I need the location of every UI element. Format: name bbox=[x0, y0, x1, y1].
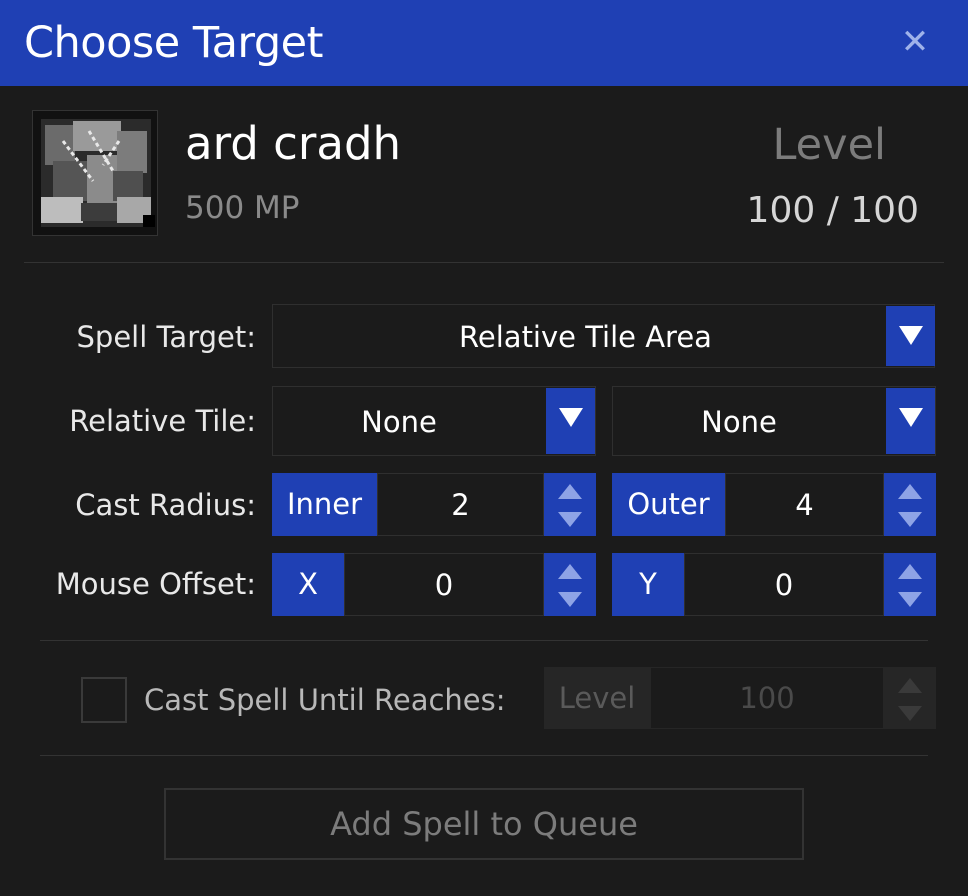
spell-target-value: Relative Tile Area bbox=[459, 320, 712, 354]
title-bar: Choose Target ✕ bbox=[0, 0, 968, 86]
relative-tile-label: Relative Tile: bbox=[69, 404, 256, 438]
inner-radius-input[interactable]: 2 bbox=[377, 473, 544, 536]
add-to-queue-button[interactable]: Add Spell to Queue bbox=[164, 788, 804, 860]
offset-y-input[interactable]: 0 bbox=[684, 553, 884, 616]
arrow-up-icon[interactable] bbox=[898, 678, 922, 693]
spell-target-dropdown-button[interactable] bbox=[886, 306, 935, 366]
relative-tile-value-1: None bbox=[361, 405, 437, 439]
arrow-down-icon[interactable] bbox=[558, 592, 582, 607]
close-icon[interactable]: ✕ bbox=[893, 20, 937, 64]
mouse-offset-label: Mouse Offset: bbox=[55, 567, 256, 601]
offset-x-stepper[interactable] bbox=[544, 553, 596, 616]
window-title: Choose Target bbox=[24, 18, 323, 68]
inner-radius-stepper[interactable] bbox=[544, 473, 596, 536]
offset-x-tag: X bbox=[272, 553, 344, 616]
cast-radius-label: Cast Radius: bbox=[75, 488, 256, 522]
arrow-down-icon[interactable] bbox=[898, 512, 922, 527]
chevron-down-icon bbox=[899, 326, 923, 345]
arrow-up-icon[interactable] bbox=[898, 564, 922, 579]
arrow-up-icon[interactable] bbox=[558, 564, 582, 579]
cast-until-unit-tag: Level bbox=[544, 667, 650, 729]
outer-radius-input[interactable]: 4 bbox=[725, 473, 884, 536]
spell-target-dropdown[interactable]: Relative Tile Area bbox=[272, 304, 935, 368]
offset-y-tag: Y bbox=[612, 553, 684, 616]
offset-x-input[interactable]: 0 bbox=[344, 553, 544, 616]
level-label: Level bbox=[772, 120, 886, 170]
outer-radius-tag: Outer bbox=[612, 473, 725, 536]
spell-icon bbox=[32, 110, 158, 236]
chevron-down-icon bbox=[559, 408, 583, 427]
relative-tile-dropdown-1-button[interactable] bbox=[546, 388, 595, 454]
outer-radius-stepper[interactable] bbox=[884, 473, 936, 536]
cast-until-label: Cast Spell Until Reaches: bbox=[144, 683, 506, 717]
inner-radius-tag: Inner bbox=[272, 473, 377, 536]
offset-y-stepper[interactable] bbox=[884, 553, 936, 616]
relative-tile-dropdown-2-button[interactable] bbox=[886, 388, 935, 454]
cast-until-stepper[interactable] bbox=[884, 667, 936, 729]
arrow-down-icon[interactable] bbox=[898, 706, 922, 721]
arrow-down-icon[interactable] bbox=[898, 592, 922, 607]
arrow-up-icon[interactable] bbox=[898, 484, 922, 499]
footer-divider bbox=[40, 755, 928, 756]
chevron-down-icon bbox=[899, 408, 923, 427]
arrow-up-icon[interactable] bbox=[558, 484, 582, 499]
relative-tile-value-2: None bbox=[701, 405, 777, 439]
level-value: 100 / 100 bbox=[746, 190, 919, 231]
options-divider bbox=[40, 640, 928, 641]
spell-cost: 500 MP bbox=[185, 190, 300, 226]
header-divider bbox=[24, 262, 944, 263]
cast-until-checkbox[interactable] bbox=[81, 677, 127, 723]
spell-name: ard cradh bbox=[185, 117, 402, 170]
spell-target-label: Spell Target: bbox=[76, 320, 256, 354]
arrow-down-icon[interactable] bbox=[558, 512, 582, 527]
cast-until-input[interactable]: 100 bbox=[650, 667, 884, 729]
